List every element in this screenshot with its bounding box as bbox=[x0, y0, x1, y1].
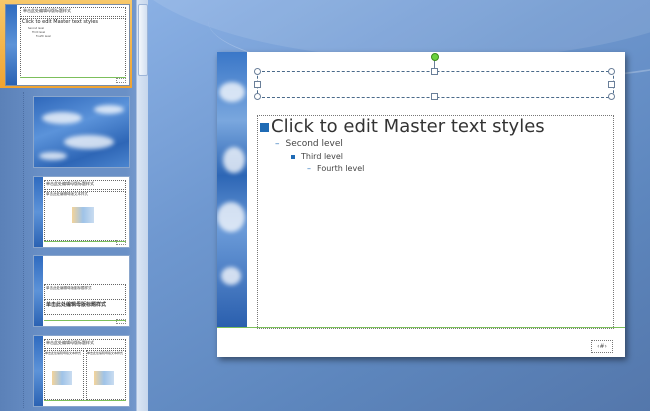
slide-thumbnail-panel: 单击此处编辑母版标题样式 Click to edit Master text s… bbox=[0, 0, 148, 411]
thumbnail-rule bbox=[44, 400, 126, 401]
text-level-3-label: Third level bbox=[301, 152, 343, 161]
thumbnail-page-number bbox=[116, 240, 126, 245]
slide-sky-image bbox=[217, 52, 247, 327]
content-placeholder-icons-left bbox=[52, 371, 72, 385]
slide-master-canvas[interactable]: Click to edit Master text styles – Second… bbox=[217, 52, 625, 357]
layout-connector-line bbox=[23, 92, 25, 408]
content-placeholder-icons bbox=[72, 207, 94, 223]
bullet-square-icon bbox=[291, 154, 295, 159]
thumbnail-title-text: 单击此处编辑母版标题样式 bbox=[46, 181, 94, 186]
thumbnail-title-text: 单击此处编辑母版标题样式 bbox=[46, 340, 94, 345]
bullet-dash-icon: – bbox=[275, 139, 280, 149]
resize-handle-icon[interactable] bbox=[254, 81, 261, 88]
thumbnail-layout-title[interactable] bbox=[33, 96, 130, 168]
text-level-1[interactable]: Click to edit Master text styles bbox=[260, 116, 545, 137]
thumbnail-body-text: 单击此处编辑母版文本样式 bbox=[46, 192, 88, 196]
thumbnail-layout-section-header[interactable]: 单击此处编辑母版副标题样式 单击此处编辑母版标题样式 bbox=[33, 255, 130, 327]
thumbnail-sky-image bbox=[34, 336, 43, 406]
resize-handle-icon[interactable] bbox=[431, 68, 438, 75]
thumbnail-body-text: Click to edit Master text styles bbox=[22, 19, 99, 25]
thumbnail-rule bbox=[20, 77, 126, 78]
resize-handle-icon[interactable] bbox=[608, 68, 615, 75]
thumbnail-body-sub2: Third level bbox=[32, 31, 46, 34]
text-level-2[interactable]: – Second level bbox=[275, 139, 343, 149]
thumbnail-rule bbox=[44, 320, 126, 321]
thumbnail-sky-image bbox=[6, 5, 17, 85]
thumbnail-layout-content[interactable]: 单击此处编辑母版标题样式 单击此处编辑母版文本样式 bbox=[33, 176, 130, 248]
text-level-2-label: Second level bbox=[285, 139, 343, 149]
thumbnail-body-sub3: Fourth level bbox=[36, 35, 51, 38]
thumbnail-layout-two-content[interactable]: 单击此处编辑母版标题样式 单击此处编辑母版文本样式 单击此处编辑母版文本样式 bbox=[33, 335, 130, 407]
resize-handle-icon[interactable] bbox=[608, 93, 615, 100]
rotate-handle-icon[interactable] bbox=[431, 53, 439, 61]
thumbnail-title-text: 单击此处编辑母版标题样式 bbox=[23, 8, 71, 13]
bullet-square-icon bbox=[260, 122, 269, 132]
thumbnail-rule bbox=[44, 241, 126, 242]
thumbnail-page-number bbox=[116, 319, 126, 324]
scrollbar-thumb[interactable] bbox=[138, 4, 148, 76]
thumbnail-scrollbar[interactable] bbox=[136, 0, 148, 411]
slide-number-text: ‹#› bbox=[597, 343, 607, 350]
text-level-3[interactable]: Third level bbox=[291, 152, 343, 161]
text-level-4-label: Fourth level bbox=[317, 164, 365, 173]
slide-number-placeholder[interactable]: ‹#› bbox=[591, 340, 613, 353]
thumbnail-left-text: 单击此处编辑母版文本样式 bbox=[45, 351, 82, 355]
text-level-4[interactable]: – Fourth level bbox=[307, 164, 364, 173]
thumbnail-subtitle-text: 单击此处编辑母版副标题样式 bbox=[46, 286, 92, 290]
resize-handle-icon[interactable] bbox=[254, 68, 261, 75]
thumbnail-body-sub1: Second level bbox=[28, 27, 44, 30]
content-placeholder-icons-right bbox=[94, 371, 114, 385]
thumbnail-sky-image bbox=[34, 256, 43, 326]
thumbnail-right-text: 单击此处编辑母版文本样式 bbox=[87, 351, 124, 355]
text-level-1-label: Click to edit Master text styles bbox=[271, 116, 545, 137]
resize-handle-icon[interactable] bbox=[431, 93, 438, 100]
resize-handle-icon[interactable] bbox=[608, 81, 615, 88]
bullet-dash-icon: – bbox=[307, 164, 311, 173]
resize-handle-icon[interactable] bbox=[254, 93, 261, 100]
thumbnail-page-number bbox=[116, 78, 126, 83]
thumbnail-sky-image bbox=[34, 177, 43, 247]
thumbnail-slide-master[interactable]: 单击此处编辑母版标题样式 Click to edit Master text s… bbox=[5, 4, 130, 86]
thumbnail-title-text: 单击此处编辑母版标题样式 bbox=[46, 302, 107, 308]
